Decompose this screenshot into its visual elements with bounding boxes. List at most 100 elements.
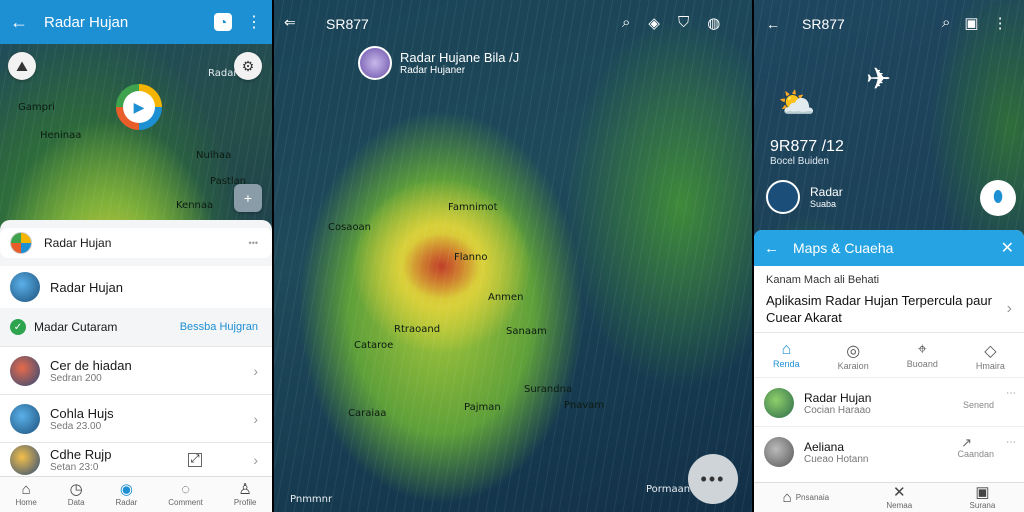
sheet-title: Maps & Cuaeha bbox=[793, 240, 894, 256]
list-item-avatar bbox=[10, 444, 40, 475]
layers-icon[interactable]: ◈ bbox=[648, 14, 660, 32]
shirt-icon[interactable]: ⛉ bbox=[678, 14, 689, 32]
nav-label: Home bbox=[15, 498, 37, 507]
search-row[interactable]: Radar Hujan ••• bbox=[0, 228, 272, 258]
weather-subtitle: Bocel Buiden bbox=[770, 156, 829, 167]
nav-item-comment[interactable]: ◌ Comment bbox=[168, 481, 203, 508]
more-vert-icon[interactable]: ⋮ bbox=[246, 12, 262, 32]
tag-icon: ◇ bbox=[984, 343, 997, 360]
image-icon[interactable]: ▣ bbox=[964, 14, 978, 32]
map-label: Pnavam bbox=[564, 400, 605, 411]
back-icon[interactable]: ⇐ bbox=[284, 14, 296, 31]
nav-item-box[interactable]: ▣ Surana bbox=[969, 484, 996, 511]
screen-title: SR877 bbox=[802, 16, 845, 32]
nav-item-radar[interactable]: ◉ Radar bbox=[116, 481, 138, 508]
status-label: Madar Cutaram bbox=[34, 320, 118, 334]
tab-label: Hmaira bbox=[975, 361, 1005, 371]
search-icon[interactable]: ⌕ bbox=[942, 14, 950, 32]
bottom-sheet: Radar Hujan ••• Radar Hujan ✓ Madar Cuta… bbox=[0, 220, 272, 512]
location-fab[interactable]: ⬮ bbox=[980, 180, 1016, 216]
airplane-icon[interactable]: ✈ bbox=[866, 62, 891, 97]
close-icon[interactable]: ✕ bbox=[1001, 238, 1014, 258]
chevron-right-icon[interactable]: › bbox=[1007, 300, 1012, 318]
tab-location[interactable]: ⌖ Buoand bbox=[907, 341, 938, 371]
settings-icon[interactable]: ⚙ bbox=[234, 52, 262, 80]
map-label: Cataroe bbox=[354, 340, 394, 351]
compass-icon[interactable]: ◍ bbox=[707, 14, 720, 32]
list-item[interactable]: Aeliana Cueao Hotann Caandan ↗ ⋯ bbox=[754, 426, 1024, 467]
list-item[interactable]: Cer de hiadan Sedran 200 › bbox=[0, 346, 272, 394]
profile-row[interactable]: Radar Hujan bbox=[0, 266, 272, 308]
tab-label: Renda bbox=[773, 359, 800, 369]
more-horiz-icon[interactable]: ⋯ bbox=[1006, 437, 1016, 448]
more-horiz-icon[interactable]: ••• bbox=[249, 238, 258, 248]
list-item-subtitle: Setan 23:0 bbox=[50, 461, 99, 473]
weather-value: 9R877 /12 bbox=[770, 138, 844, 155]
map-label: Pastlan bbox=[210, 176, 247, 187]
list-item-title: Radar Hujan bbox=[804, 390, 872, 405]
nav-item-close[interactable]: ✕ Nemaa bbox=[886, 485, 913, 511]
map-label: Anmen bbox=[488, 292, 524, 303]
nav-label: Surana bbox=[969, 501, 996, 510]
share-icon[interactable]: ↗ bbox=[961, 435, 972, 451]
bottom-nav: ⌂ Home ◷ Data ◉ Radar ◌ Comment ♙ Profile bbox=[0, 476, 272, 512]
arrow-left-icon[interactable]: ← bbox=[764, 240, 779, 257]
more-fab[interactable]: ••• bbox=[688, 454, 738, 504]
station-card[interactable]: Radar Suaba bbox=[766, 180, 843, 214]
list-item-subtitle: Cueao Hotann bbox=[804, 453, 869, 465]
back-icon[interactable]: ← bbox=[766, 16, 780, 32]
arrow-left-icon[interactable]: ← bbox=[10, 12, 28, 33]
more-vert-icon[interactable]: ⋮ bbox=[993, 14, 1008, 32]
status-row[interactable]: ✓ Madar Cutaram Bessba Hujgran bbox=[0, 314, 272, 340]
map-label: Flanno bbox=[454, 252, 488, 263]
chevron-right-icon: › bbox=[253, 362, 258, 379]
sheet-caption: Kanam Mach ali Behati bbox=[766, 274, 880, 286]
nav-label: Profile bbox=[233, 498, 257, 507]
map-label: Caraiaa bbox=[348, 408, 387, 419]
more-horiz-icon[interactable]: ⋯ bbox=[1006, 388, 1016, 399]
screen-title: SR877 bbox=[326, 16, 369, 32]
list-item[interactable]: Cohla Hujs Seda 23.00 › bbox=[0, 394, 272, 442]
location-marker-icon[interactable]: ▶ bbox=[116, 84, 162, 130]
map-label: Kennaa bbox=[176, 200, 214, 211]
map-label: Pnmmnr bbox=[290, 494, 333, 505]
add-icon[interactable]: + bbox=[234, 184, 262, 212]
list-item[interactable]: Cdhe Rujp Setan 23:0 ⤢ › bbox=[0, 442, 272, 476]
search-icon[interactable]: ⌕ bbox=[622, 14, 630, 32]
person-icon: ♙ bbox=[238, 481, 252, 498]
nav-item-home[interactable]: ⌂ Pnsanaia bbox=[783, 489, 829, 506]
nav-item-profile[interactable]: ♙ Profile bbox=[233, 481, 257, 508]
map-label: Pajman bbox=[464, 402, 501, 413]
map-label: Cosaoan bbox=[328, 222, 372, 233]
tab-radar[interactable]: ◎ Karaion bbox=[838, 341, 869, 371]
box-icon: ▣ bbox=[975, 484, 990, 501]
list-item-title: Cer de hiadan bbox=[50, 357, 132, 373]
nav-label: Nemaa bbox=[886, 501, 913, 510]
notification-icon[interactable]: ◔ bbox=[214, 13, 232, 31]
list-item-avatar bbox=[10, 355, 40, 386]
toolbar-icons: ⌕ ◈ ⛉ ◍ bbox=[622, 14, 720, 32]
list-item-title: Aeliana bbox=[804, 439, 845, 454]
list-item-subtitle: Seda 23.00 bbox=[50, 420, 102, 432]
radar-icon: ◉ bbox=[119, 481, 133, 498]
nav-item-data[interactable]: ◷ Data bbox=[68, 482, 85, 508]
expand-icon[interactable]: ⤢ bbox=[188, 452, 202, 467]
map-label: Nulhaa bbox=[196, 150, 232, 161]
list-item[interactable]: Radar Hujan Cocian Haraao Senend ⋯ bbox=[754, 377, 1024, 418]
status-link[interactable]: Bessba Hujgran bbox=[180, 321, 258, 333]
tab-label: Buoand bbox=[906, 359, 938, 369]
nav-item-home[interactable]: ⌂ Home bbox=[15, 482, 37, 508]
tab-tag[interactable]: ◇ Hmaira bbox=[976, 341, 1005, 371]
tab-home[interactable]: ⌂ Renda bbox=[773, 341, 800, 371]
header-card[interactable]: Radar Hujane Bila /J Radar Hujaner bbox=[358, 46, 519, 80]
chevron-right-icon: › bbox=[253, 451, 258, 468]
sheet-headline: Aplikasim Radar Hujan Terpercula paur Cu… bbox=[766, 293, 992, 325]
chat-icon: ◌ bbox=[181, 481, 191, 498]
sheet-header: ← Maps & Cuaeha ✕ bbox=[754, 230, 1024, 266]
toolbar-icons: ⌕ ▣ ⋮ bbox=[942, 14, 1008, 32]
map-label: Gampri bbox=[18, 102, 55, 113]
search-row-label: Radar Hujan bbox=[44, 236, 112, 250]
profile-row-label: Radar Hujan bbox=[50, 279, 123, 295]
header-card-subtitle: Radar Hujaner bbox=[400, 65, 466, 76]
weather-icon[interactable]: ⛰ bbox=[8, 52, 36, 80]
